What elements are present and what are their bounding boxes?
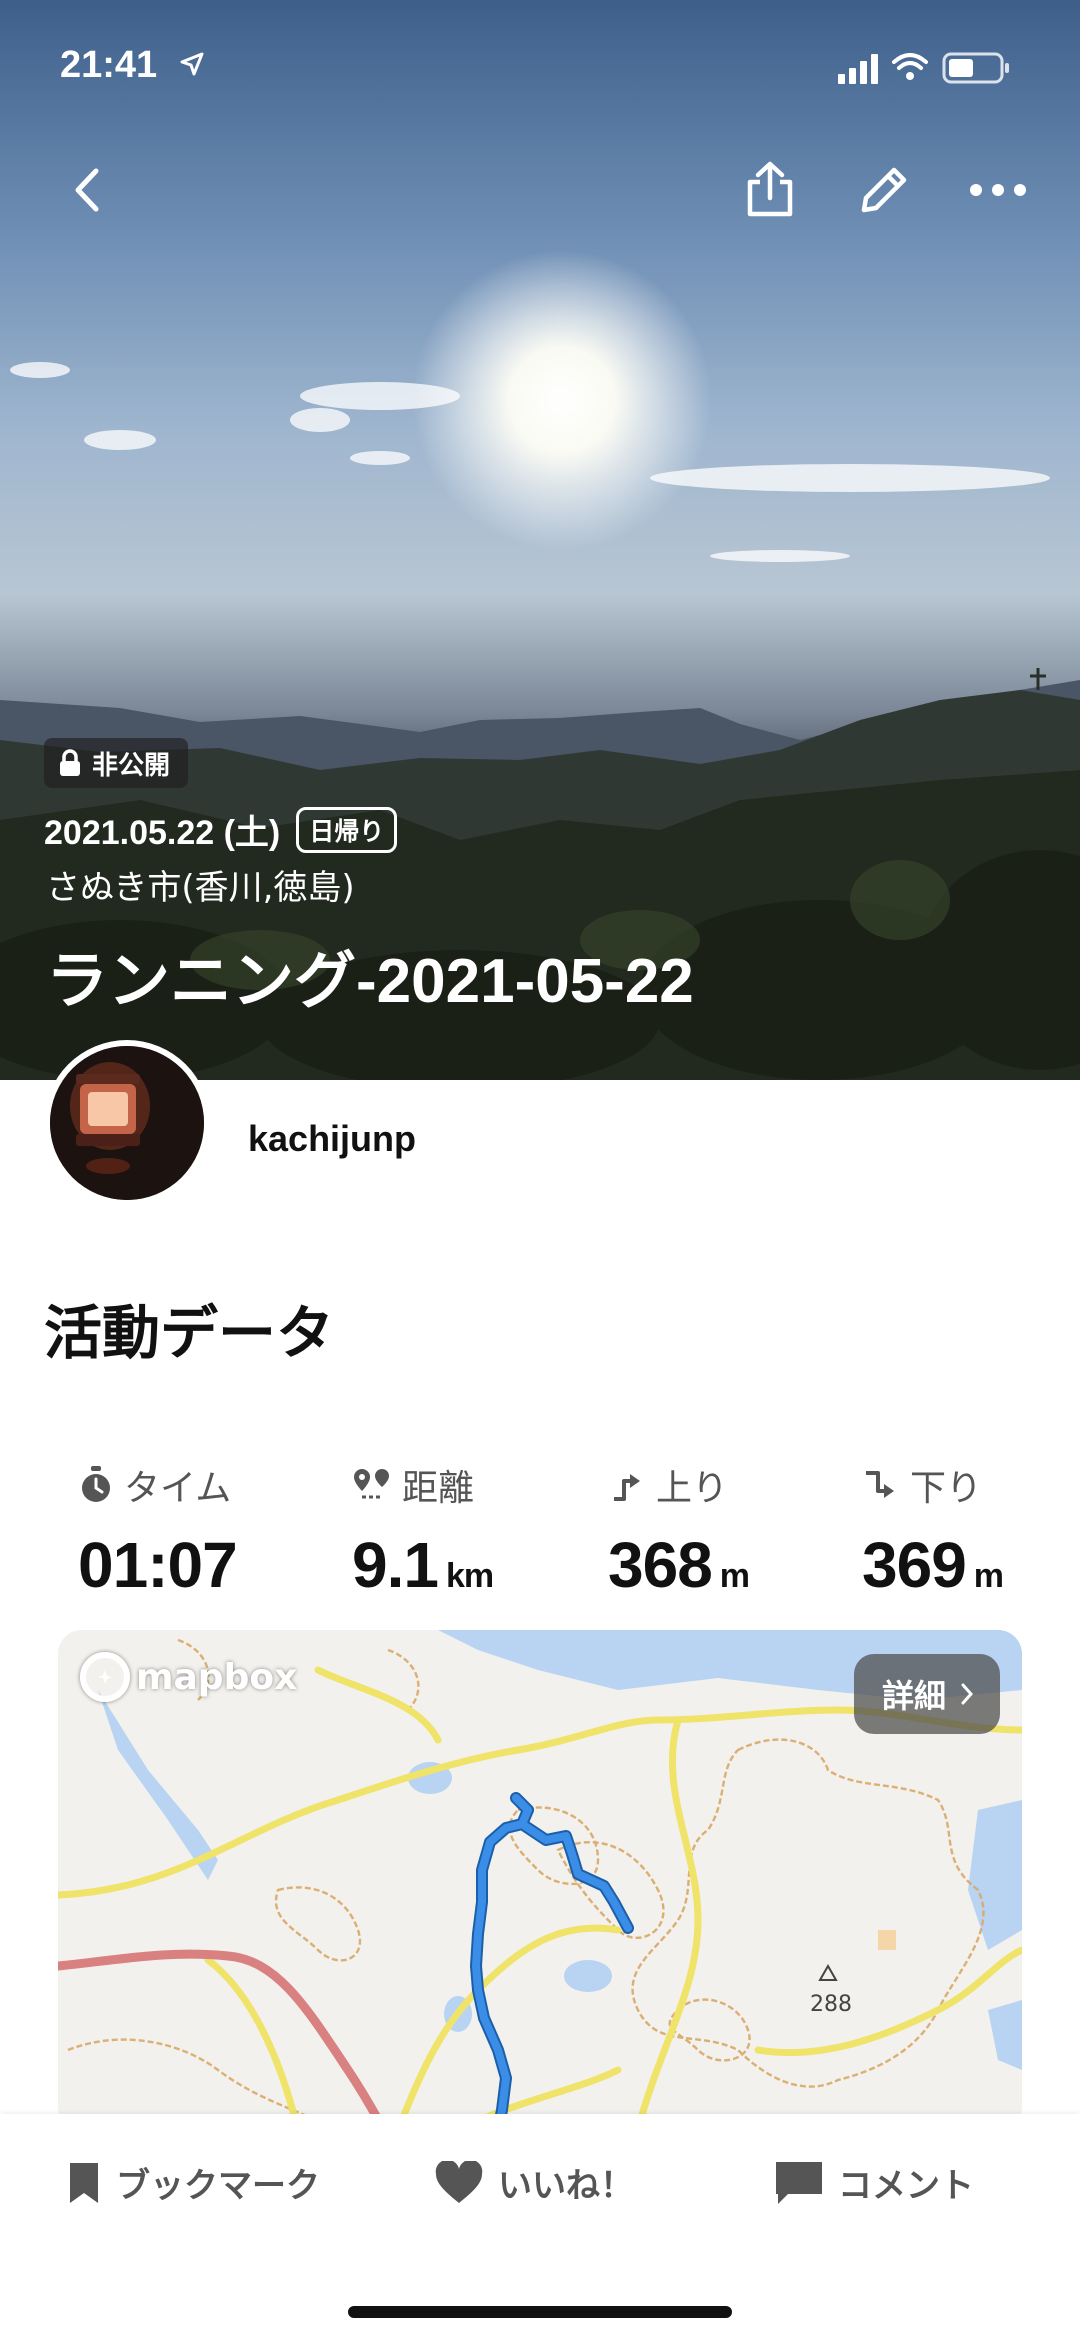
stopwatch-icon	[82, 1466, 110, 1502]
username[interactable]: kachijunp	[248, 1118, 416, 1160]
comment-label: コメント	[838, 2166, 974, 2206]
mapbox-logo-icon	[80, 1652, 130, 1702]
ascent-icon	[614, 1474, 640, 1501]
peak-elevation-label: 288	[810, 1992, 852, 2017]
bookmark-icon	[70, 2162, 98, 2203]
stat-time: タイム 01:07	[78, 1460, 238, 1602]
stat-ascent-label: 上り	[656, 1468, 729, 1509]
lantern-image	[50, 1046, 204, 1200]
stat-distance-label: 距離	[402, 1468, 475, 1509]
wifi-icon	[892, 53, 928, 70]
stat-descent: 下り 369 m	[862, 1460, 1004, 1602]
status-bar: 21:41	[0, 44, 1080, 92]
stat-ascent: 上り 368 m	[608, 1460, 750, 1602]
status-time: 21:41	[60, 44, 158, 86]
stat-time-label: タイム	[124, 1468, 232, 1509]
activity-date: 2021.05.22 (土)	[44, 814, 281, 852]
descent-icon	[866, 1471, 894, 1498]
stat-distance-unit: km	[445, 1557, 494, 1595]
like-button[interactable]: いいね！	[434, 2158, 634, 2207]
edit-button[interactable]	[852, 158, 916, 222]
home-indicator[interactable]	[348, 2306, 732, 2318]
section-title-activity: 活動データ	[44, 1299, 335, 1367]
stat-ascent-unit: m	[719, 1557, 750, 1595]
battery-icon	[942, 52, 1009, 84]
lock-icon	[60, 749, 80, 776]
hero-photo: 21:41 非公開 2021.05.22 (土) 日帰り さぬき市(香川,徳島)…	[0, 0, 1080, 1080]
private-label: 非公開	[92, 750, 171, 781]
share-icon	[747, 161, 793, 217]
avatar[interactable]	[44, 1040, 210, 1206]
edit-icon	[861, 167, 907, 213]
private-badge: 非公開	[44, 738, 189, 788]
stat-distance-value: 9.1	[352, 1529, 439, 1601]
more-icon	[970, 184, 1026, 196]
bottom-action-bar: ブックマーク いいね！ コメント	[0, 2114, 1080, 2338]
back-icon	[75, 168, 99, 212]
back-button[interactable]	[56, 158, 120, 222]
stat-ascent-value: 368	[608, 1529, 713, 1601]
map-detail-button[interactable]: 詳細	[853, 1654, 1000, 1734]
status-icons	[834, 48, 1034, 92]
stat-time-value: 01:07	[78, 1529, 238, 1601]
stat-descent-label: 下り	[910, 1468, 983, 1509]
signal-icon	[838, 54, 878, 84]
location-arrow-icon	[178, 50, 206, 82]
heart-icon	[435, 2160, 483, 2203]
more-button[interactable]	[966, 158, 1030, 222]
activity-location: さぬき市(香川,徳島)	[46, 868, 355, 908]
bookmark-button[interactable]: ブックマーク	[66, 2158, 320, 2207]
stat-distance: 距離 9.1 km	[352, 1460, 494, 1602]
trip-type-badge: 日帰り	[296, 806, 398, 853]
date-row: 2021.05.22 (土) 日帰り	[44, 805, 398, 854]
stat-descent-value: 369	[862, 1529, 967, 1601]
mapbox-logo-text: mapbox	[136, 1656, 298, 1698]
bookmark-label: ブックマーク	[116, 2166, 320, 2206]
activity-title: ランニング-2021-05-22	[46, 947, 694, 1016]
comment-icon	[776, 2161, 822, 2204]
like-label: いいね！	[498, 2166, 634, 2206]
stat-descent-unit: m	[973, 1557, 1004, 1595]
mapbox-logo: mapbox	[80, 1652, 297, 1702]
landscape-image	[0, 250, 1080, 1080]
distance-icon	[354, 1469, 389, 1499]
comment-button[interactable]: コメント	[774, 2158, 974, 2207]
share-button[interactable]	[738, 158, 802, 222]
route-map[interactable]: mapbox 詳細 288	[58, 1630, 1022, 2130]
chevron-right-icon	[961, 1683, 974, 1705]
map-detail-label: 詳細	[881, 1677, 946, 1715]
